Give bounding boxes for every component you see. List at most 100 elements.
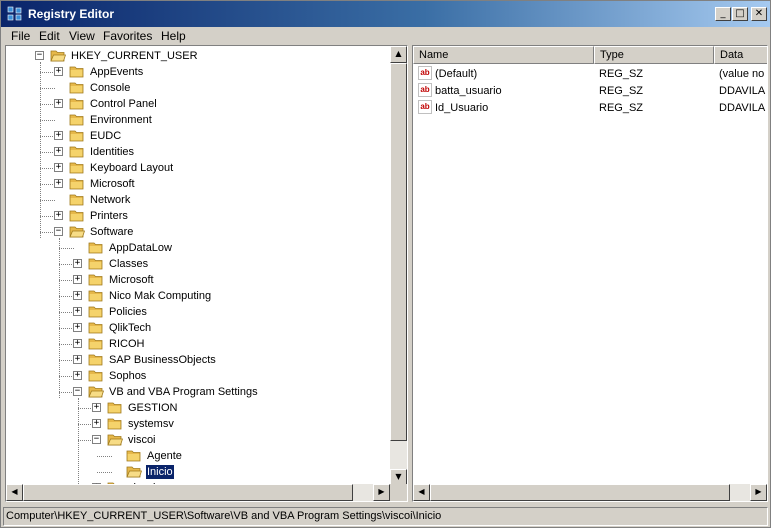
tree-connector-horizontal [40, 200, 55, 201]
scroll-left-button[interactable]: ◀ [6, 484, 23, 501]
scroll-up-button[interactable]: ▲ [390, 46, 407, 63]
expand-icon[interactable]: + [73, 307, 82, 316]
expand-icon[interactable]: + [73, 275, 82, 284]
tree-node-microsoft[interactable]: + Microsoft [54, 176, 385, 192]
scroll-thumb-horizontal[interactable] [23, 484, 353, 501]
tree-connector-vertical [59, 238, 60, 398]
tree-node-sophos[interactable]: + Sophos [73, 368, 390, 384]
maximize-button[interactable]: □ [732, 7, 748, 21]
value-data: DDAVILA [719, 85, 766, 97]
tree-node-viscoi[interactable]: − viscoi [92, 432, 390, 448]
expand-icon[interactable]: + [54, 163, 63, 172]
tree-node-eudc[interactable]: + EUDC [54, 128, 385, 144]
minimize-button[interactable]: _ [715, 7, 731, 21]
tree-node-printers[interactable]: + Printers [54, 208, 385, 224]
expand-icon[interactable]: + [73, 323, 82, 332]
collapse-icon[interactable]: − [54, 227, 63, 236]
expand-icon[interactable]: + [54, 99, 63, 108]
value-row[interactable]: ab Id_Usuario REG_SZ DDAVILA [413, 99, 767, 116]
tree-node-qliktech[interactable]: + QlikTech [73, 320, 390, 336]
tree-connector-horizontal [40, 152, 55, 153]
tree-connector-horizontal [97, 472, 112, 473]
tree-vertical-scrollbar[interactable]: ▲ ▼ [390, 46, 407, 486]
menu-help[interactable]: Help [161, 29, 186, 43]
tree-node-label: Identities [90, 146, 135, 158]
close-button[interactable]: ✕ [751, 7, 767, 21]
values-horizontal-scrollbar[interactable]: ◀ ▶ [413, 484, 767, 501]
tree-node-microsoft[interactable]: + Microsoft [73, 272, 390, 288]
window-title: Registry Editor [28, 7, 115, 21]
collapse-icon[interactable]: − [35, 51, 44, 60]
collapse-icon[interactable]: − [73, 387, 82, 396]
tree-node-agente[interactable]: Agente [112, 448, 390, 464]
registry-editor-window: Registry Editor _ □ ✕ File Edit View Fav… [0, 0, 771, 528]
tree-node-appevents[interactable]: + AppEvents [54, 64, 385, 80]
tree-node-nico-mak-computing[interactable]: + Nico Mak Computing [73, 288, 390, 304]
expand-icon[interactable]: + [92, 419, 101, 428]
tree-node-sap-businessobjects[interactable]: + SAP BusinessObjects [73, 352, 390, 368]
tree-node-systemsv[interactable]: + systemsv [92, 416, 390, 432]
tree-node-network[interactable]: Network [55, 192, 385, 208]
value-row[interactable]: ab batta_usuario REG_SZ DDAVILA [413, 82, 767, 99]
collapse-icon[interactable]: − [92, 435, 101, 444]
tree-node-appdatalow[interactable]: AppDataLow [74, 240, 390, 256]
tree-node-inicio[interactable]: Inicio [112, 464, 390, 480]
expand-icon[interactable]: + [73, 371, 82, 380]
menu-file[interactable]: File [11, 29, 30, 43]
menu-edit[interactable]: Edit [39, 29, 60, 43]
value-type: REG_SZ [599, 68, 644, 80]
tree-connector-horizontal [59, 344, 74, 345]
column-header-data[interactable]: Data [714, 46, 767, 64]
menu-bar: File Edit View Favorites Help [1, 27, 770, 45]
column-header-name[interactable]: Name [413, 46, 594, 64]
menu-favorites[interactable]: Favorites [103, 29, 152, 43]
expand-icon[interactable]: + [73, 259, 82, 268]
tree-node-policies[interactable]: + Policies [73, 304, 390, 320]
tree-node-label: GESTION [128, 402, 178, 414]
tree-node-console[interactable]: Console [55, 80, 385, 96]
menu-view[interactable]: View [69, 29, 95, 43]
expand-icon[interactable]: + [54, 179, 63, 188]
tree-node-gestion[interactable]: + GESTION [92, 400, 390, 416]
tree-node-ricoh[interactable]: + RICOH [73, 336, 390, 352]
folder-icon [107, 400, 123, 415]
expand-icon[interactable]: + [54, 131, 63, 140]
expand-icon[interactable]: + [73, 339, 82, 348]
tree-node-identities[interactable]: + Identities [54, 144, 385, 160]
tree-node-control-panel[interactable]: + Control Panel [54, 96, 385, 112]
folder-icon [126, 448, 142, 463]
expand-icon[interactable]: + [92, 403, 101, 412]
expand-icon[interactable]: + [54, 147, 63, 156]
expand-icon[interactable]: + [73, 355, 82, 364]
folder-icon [69, 208, 85, 223]
expand-icon[interactable]: + [54, 211, 63, 220]
tree-node-vb-and-vba-program-settings[interactable]: − VB and VBA Program Settings [73, 384, 390, 400]
scroll-thumb-horizontal[interactable] [430, 484, 730, 501]
column-header-type[interactable]: Type [594, 46, 714, 64]
tree-node-software[interactable]: − Software [54, 224, 385, 240]
folder-icon [107, 416, 123, 431]
scroll-thumb[interactable] [390, 63, 407, 441]
values-pane[interactable]: Name Type Data ab (Default) REG_SZ (valu… [412, 45, 768, 502]
expand-icon[interactable]: + [73, 291, 82, 300]
title-bar[interactable]: Registry Editor _ □ ✕ [1, 1, 770, 27]
folder-open-icon [50, 48, 67, 63]
tree-node-classes[interactable]: + Classes [73, 256, 390, 272]
tree-node-label: systemsv [128, 418, 174, 430]
scrollbar-corner [390, 484, 407, 501]
tree-connector-horizontal [40, 232, 55, 233]
scroll-right-button[interactable]: ▶ [750, 484, 767, 501]
tree-node-label: EUDC [90, 130, 122, 142]
folder-icon [69, 80, 85, 95]
expand-icon[interactable]: + [54, 67, 63, 76]
tree-node-keyboard-layout[interactable]: + Keyboard Layout [54, 160, 385, 176]
tree-node-environment[interactable]: Environment [55, 112, 385, 128]
key-tree-pane[interactable]: − HKEY_CURRENT_USER + AppEvents Console + Cont… [5, 45, 408, 502]
tree-node-label: Inicio [145, 464, 175, 480]
scroll-left-button[interactable]: ◀ [413, 484, 430, 501]
tree-node-label: AppDataLow [109, 242, 172, 254]
scroll-right-button[interactable]: ▶ [373, 484, 390, 501]
tree-node-hkey-current-user[interactable]: − HKEY_CURRENT_USER [35, 48, 366, 64]
tree-horizontal-scrollbar[interactable]: ◀ ▶ [6, 484, 390, 501]
value-row[interactable]: ab (Default) REG_SZ (value no [413, 65, 767, 82]
